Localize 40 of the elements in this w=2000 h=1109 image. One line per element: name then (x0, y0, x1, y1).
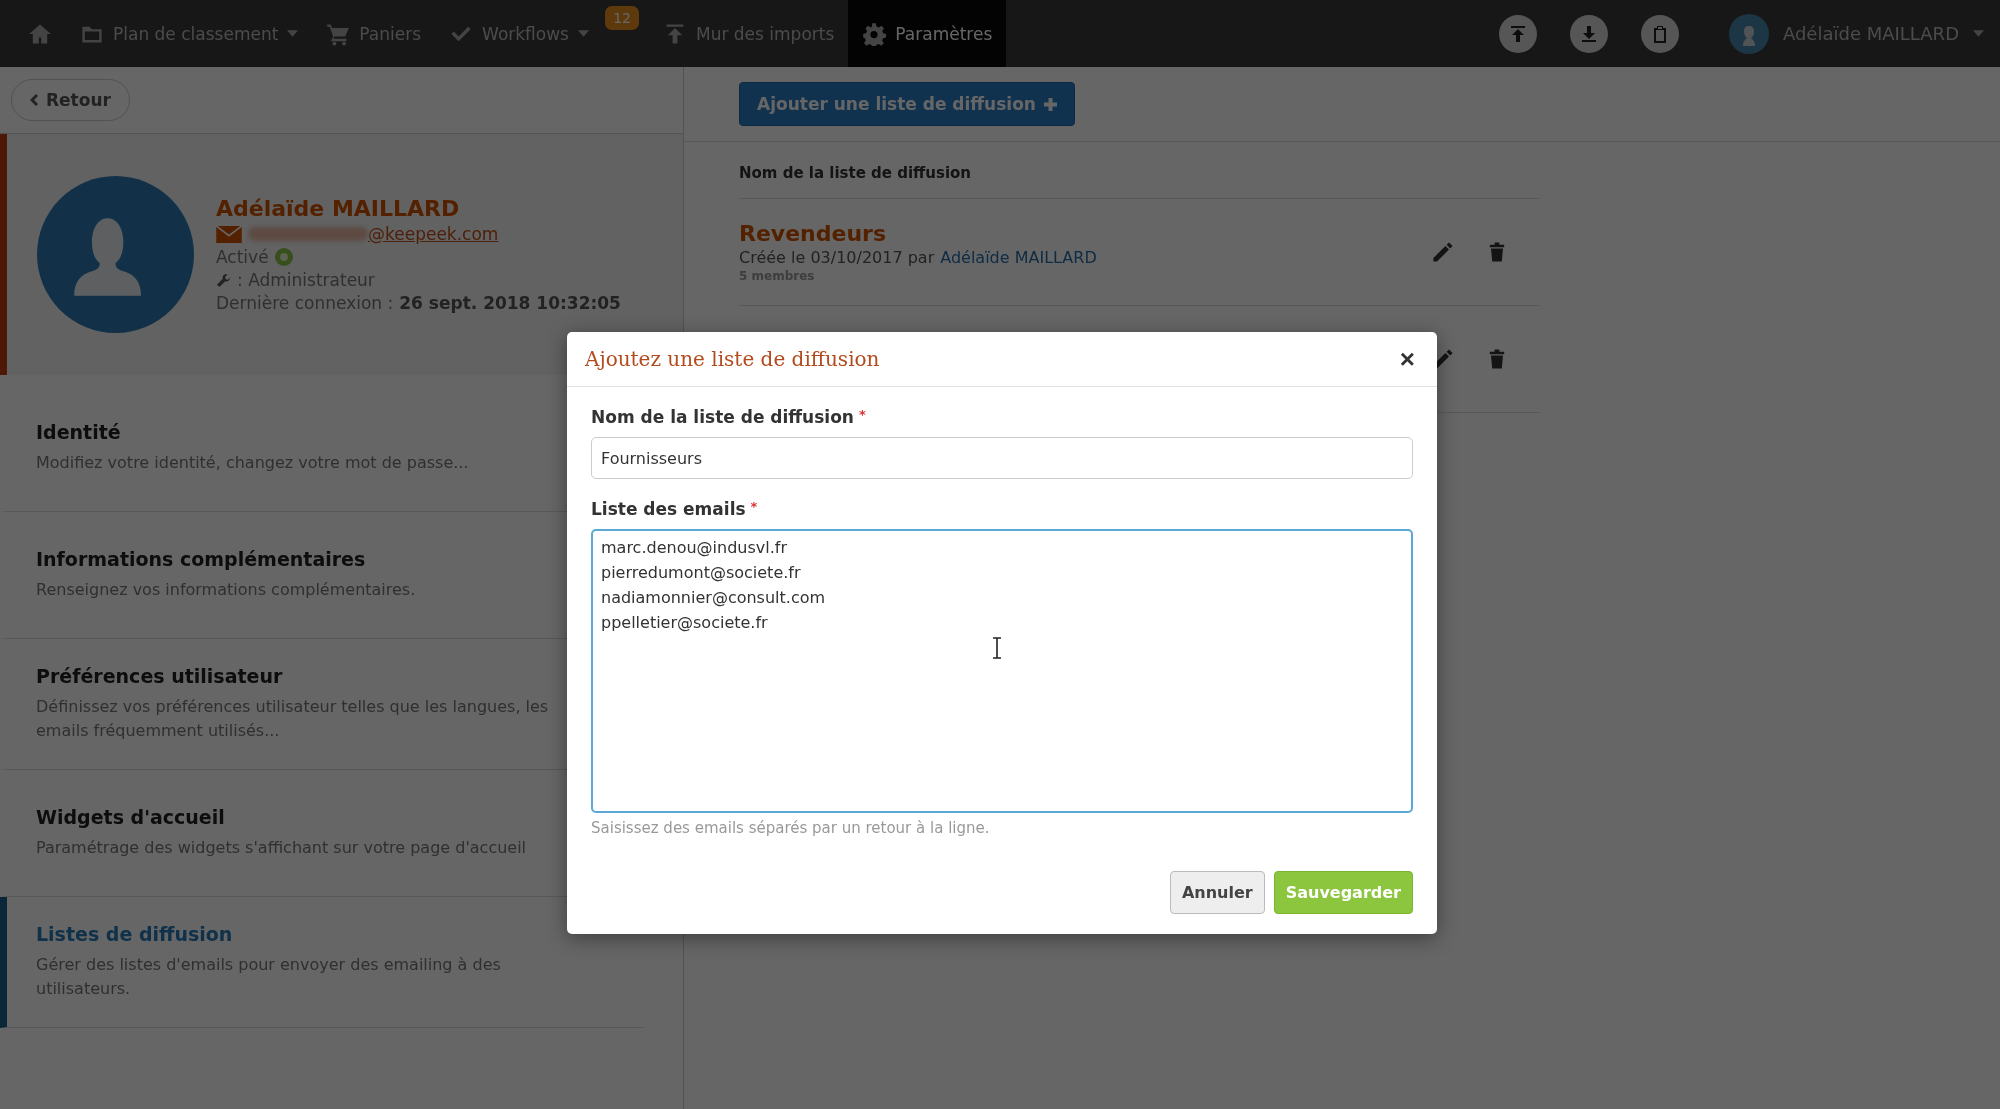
mail-icon (216, 225, 242, 243)
upload-button[interactable] (1498, 14, 1537, 53)
author-link[interactable]: Adélaïde MAILLARD (940, 248, 1097, 267)
text-cursor-icon (992, 637, 1002, 659)
required-mark: * (750, 499, 758, 516)
caret-icon[interactable] (1973, 30, 1984, 37)
last-login-date: 26 sept. 2018 10:32:05 (399, 293, 621, 313)
count-badge: 12 (605, 6, 639, 30)
chevron-left-icon (30, 94, 38, 106)
avatar-icon[interactable] (1728, 13, 1769, 54)
settings-icon (862, 21, 887, 46)
user-name: Adélaïde MAILLARD (216, 196, 461, 221)
required-mark: * (858, 407, 866, 424)
item-title: Identité (36, 421, 121, 443)
caret-icon (578, 30, 589, 37)
caret-icon (287, 30, 299, 37)
status-icon (274, 248, 293, 266)
plus-icon (1043, 97, 1057, 111)
dialog-title: Ajoutez une liste de diffusion (585, 347, 880, 371)
item-title: Informations complémentaires (36, 548, 366, 570)
name-field[interactable]: Fournisseurs (591, 437, 1413, 479)
back-button[interactable]: Retour (11, 79, 130, 121)
cart-icon (326, 21, 351, 46)
email-link[interactable]: @keepeek.com (368, 224, 499, 244)
download-button[interactable] (1569, 14, 1608, 53)
clipboard-button[interactable] (1640, 14, 1679, 53)
save-button[interactable]: Sauvegarder (1273, 871, 1413, 914)
close-button[interactable]: × (1399, 346, 1415, 372)
avatar-icon (37, 176, 194, 333)
list-title[interactable]: Revendeurs (739, 221, 1401, 246)
wrench-icon (216, 272, 231, 288)
cancel-button[interactable]: Annuler (1169, 871, 1265, 914)
item-title: Widgets d'accueil (36, 806, 225, 828)
item-title: Préférences utilisateur (36, 665, 283, 687)
created-text: Créée le 03/10/2017 par (739, 248, 935, 267)
emails-field[interactable]: marc.denou@indusvl.fr pierredumont@societe.fr nadiamonnier@consult.com ppelletier@societe.fr (591, 529, 1413, 813)
column-header: Nom de la liste de diffusion (739, 142, 1539, 199)
add-list-button[interactable]: Ajouter une liste de diffusion (739, 82, 1075, 126)
nav-item[interactable]: Paramètres (848, 0, 1007, 67)
item-title: Listes de diffusion (36, 923, 233, 945)
